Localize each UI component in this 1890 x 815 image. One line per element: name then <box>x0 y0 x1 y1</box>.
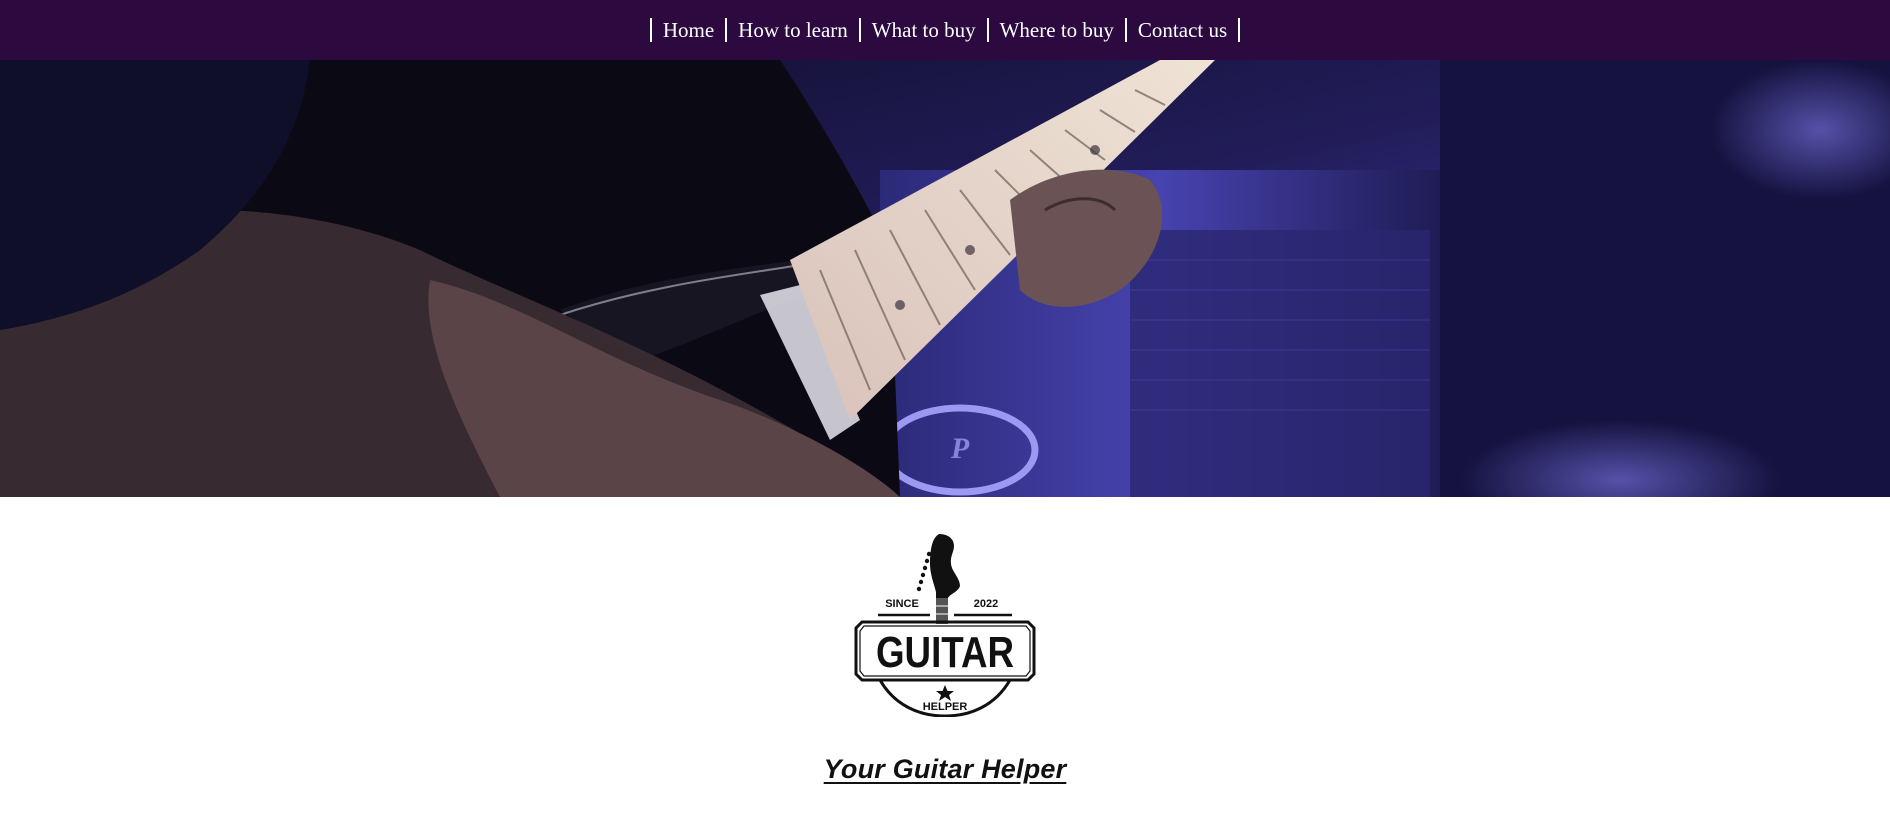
hero-guitar-image: P <box>0 60 1890 497</box>
logo-since-text: SINCE <box>885 598 919 610</box>
nav-item-how-to-learn[interactable]: How to learn <box>727 18 861 42</box>
nav-item-contact-us[interactable]: Contact us <box>1127 18 1241 42</box>
nav-item-home[interactable]: Home <box>652 18 728 42</box>
nav-item-what-to-buy[interactable]: What to buy <box>861 18 989 42</box>
top-navigation: Home How to learn What to buy Where to b… <box>0 0 1890 60</box>
nav-item-where-to-buy[interactable]: Where to buy <box>989 18 1127 42</box>
logo-year-text: 2022 <box>974 598 998 610</box>
logo-sub-text: HELPER <box>923 701 968 713</box>
tagline-heading: Your Guitar Helper <box>823 754 1067 784</box>
nav-list: Home How to learn What to buy Where to b… <box>649 18 1241 42</box>
logo-word-text: GUITAR <box>876 628 1014 677</box>
brand-section: SINCE 2022 GUITAR HELPER Your Guitar Hel… <box>0 497 1890 785</box>
guitar-helper-logo: SINCE 2022 GUITAR HELPER <box>854 534 1036 717</box>
hero-banner: P <box>0 60 1890 497</box>
svg-text:P: P <box>950 432 970 465</box>
